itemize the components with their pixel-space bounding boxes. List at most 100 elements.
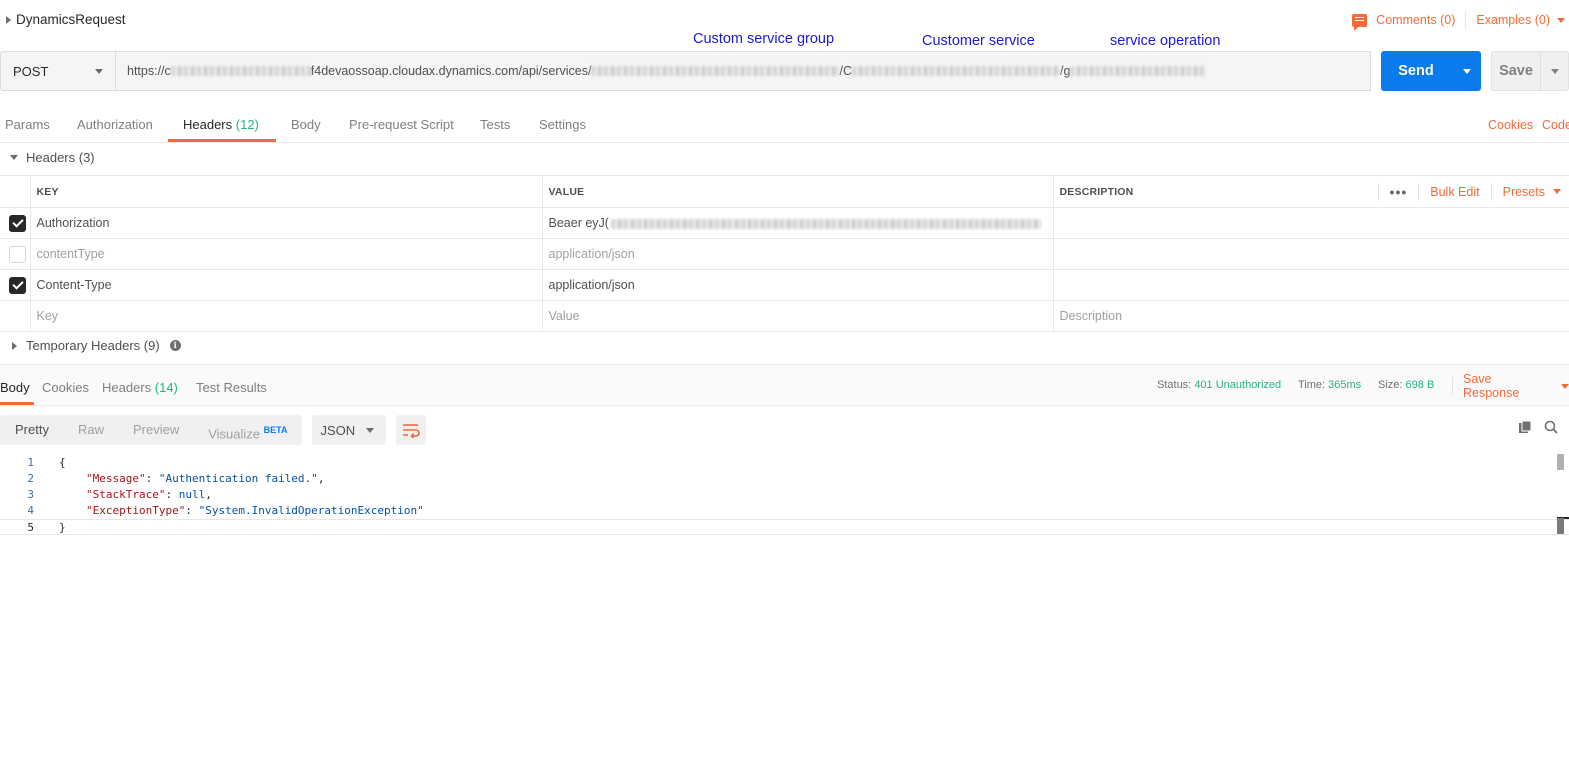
temporary-headers-toggle[interactable]: Temporary Headers (9) i: [0, 338, 181, 353]
temporary-headers-title: Temporary Headers (9): [26, 338, 160, 353]
divider: [1465, 11, 1467, 29]
tab-params[interactable]: Params: [5, 117, 50, 132]
language-select[interactable]: JSON: [311, 415, 386, 445]
url-input[interactable]: https://c f4devaossoap.cloudax.dynamics.…: [116, 51, 1371, 91]
method-value: POST: [13, 63, 49, 79]
annotation-customer-service: Customer service: [922, 33, 1035, 49]
comments-link[interactable]: Comments (0): [1376, 13, 1455, 27]
tab-tests[interactable]: Tests: [480, 117, 510, 132]
save-response-button[interactable]: Save Response: [1452, 372, 1569, 400]
tab-headers[interactable]: Headers (12): [183, 117, 259, 132]
save-options-button[interactable]: [1541, 68, 1568, 74]
line-number: 1: [27, 456, 34, 469]
cookies-link[interactable]: Cookies: [1488, 118, 1533, 132]
url-separator: /C: [839, 64, 852, 78]
code-line: 1 {: [0, 455, 1569, 471]
tab-settings[interactable]: Settings: [539, 117, 586, 132]
header-value[interactable]: application/json: [542, 238, 1054, 270]
request-tabs: Params Authorization Headers (12) Body P…: [0, 107, 1569, 143]
json-key: "ExceptionType": [86, 504, 186, 517]
save-label: Save: [1499, 63, 1533, 79]
redacted-text: [170, 66, 311, 76]
top-right-actions: Comments (0) Examples (0): [1352, 11, 1565, 31]
json-value: "System.InvalidOperationException": [198, 504, 424, 517]
send-button[interactable]: Send: [1381, 51, 1481, 91]
description-header-label: DESCRIPTION: [1059, 185, 1134, 198]
tab-response-cookies[interactable]: Cookies: [42, 380, 89, 395]
search-icon[interactable]: [1544, 420, 1558, 434]
redacted-text: [851, 66, 1060, 76]
row-checkbox-cell: [0, 238, 31, 270]
header-key[interactable]: Content-Type: [30, 269, 543, 301]
header-key[interactable]: Authorization: [30, 207, 543, 239]
code-text: {: [59, 456, 66, 469]
tab-authorization[interactable]: Authorization: [77, 117, 153, 132]
code-line: 2 "Message": "Authentication failed.",: [0, 471, 1569, 487]
value-placeholder[interactable]: Value: [542, 300, 1054, 332]
size-info[interactable]: Size: 698 B: [1378, 379, 1434, 391]
json-punct: ,: [205, 488, 212, 501]
description-placeholder[interactable]: Description: [1053, 300, 1569, 332]
preview-button[interactable]: Preview: [118, 415, 193, 445]
examples-dropdown-icon[interactable]: [1557, 17, 1565, 23]
tab-test-results[interactable]: Test Results: [196, 380, 267, 395]
checkbox-checked[interactable]: [9, 276, 26, 294]
send-options-button[interactable]: [1452, 68, 1481, 74]
status-label: Status:: [1157, 379, 1192, 391]
chevron-down-icon[interactable]: [1553, 189, 1561, 194]
wrap-lines-icon: [402, 424, 420, 438]
response-body-editor[interactable]: 1 { 2 "Message": "Authentication failed.…: [0, 455, 1569, 535]
save-response-label: Save Response: [1463, 372, 1520, 400]
response-format-bar: Pretty Raw Preview Visualize BETA JSON: [0, 415, 426, 445]
key-placeholder[interactable]: Key: [30, 300, 543, 332]
code-line-current: 5 }: [0, 519, 1569, 535]
divider: [1377, 182, 1379, 201]
code-line: 4 "ExceptionType": "System.InvalidOperat…: [0, 503, 1569, 519]
headers-section-title: Headers (3): [26, 150, 95, 165]
checkbox-unchecked[interactable]: [9, 245, 26, 263]
wrap-lines-button[interactable]: [395, 415, 426, 445]
json-value: "Authentication failed.": [158, 472, 318, 485]
url-separator: /g: [1059, 64, 1071, 78]
raw-button[interactable]: Raw: [63, 415, 118, 445]
header-value[interactable]: Beaer eyJ(: [542, 207, 1054, 239]
tab-headers-count: (12): [235, 117, 259, 132]
status-info[interactable]: Status: 401 Unauthorized: [1157, 379, 1281, 391]
response-tabs: Body Cookies Headers (14) Test Results S…: [0, 364, 1569, 406]
tab-response-body[interactable]: Body: [0, 380, 30, 395]
header-value[interactable]: application/json: [542, 269, 1054, 301]
code-link[interactable]: Code: [1542, 118, 1569, 132]
time-info[interactable]: Time: 365ms: [1298, 379, 1361, 391]
request-name[interactable]: DynamicsRequest: [6, 12, 126, 27]
copy-icon[interactable]: [1518, 420, 1532, 434]
active-tab-indicator: [0, 402, 34, 405]
visualize-label: Visualize: [208, 426, 261, 442]
checkbox-column-header: [0, 175, 31, 208]
method-select[interactable]: POST: [0, 51, 116, 91]
header-key[interactable]: contentType: [30, 238, 543, 270]
header-description[interactable]: [1053, 238, 1569, 270]
json-value: null: [178, 488, 206, 501]
expand-caret-icon[interactable]: [6, 15, 11, 24]
header-description[interactable]: [1053, 269, 1569, 301]
annotation-service-operation: service operation: [1110, 33, 1221, 49]
tab-pre-request-script[interactable]: Pre-request Script: [349, 117, 454, 132]
chevron-down-icon: [95, 68, 103, 74]
tab-response-headers[interactable]: Headers (14): [102, 380, 178, 395]
visualize-button[interactable]: Visualize BETA: [193, 415, 301, 445]
headers-section-toggle[interactable]: Headers (3): [0, 150, 95, 165]
info-icon[interactable]: i: [169, 340, 181, 351]
header-description[interactable]: [1053, 207, 1569, 239]
checkbox-checked[interactable]: [9, 214, 26, 232]
tab-body[interactable]: Body: [291, 117, 321, 132]
more-options-icon[interactable]: •••: [1390, 184, 1408, 200]
bulk-edit-link[interactable]: Bulk Edit: [1430, 185, 1479, 199]
examples-link[interactable]: Examples (0): [1476, 13, 1550, 27]
save-button[interactable]: Save: [1491, 51, 1569, 91]
presets-dropdown[interactable]: Presets: [1503, 185, 1545, 199]
time-value: 365ms: [1328, 379, 1362, 391]
comment-icon: [1352, 13, 1368, 31]
redacted-text: [610, 218, 1041, 229]
scrollbar-thumb[interactable]: [1557, 454, 1564, 470]
pretty-button[interactable]: Pretty: [0, 415, 63, 445]
